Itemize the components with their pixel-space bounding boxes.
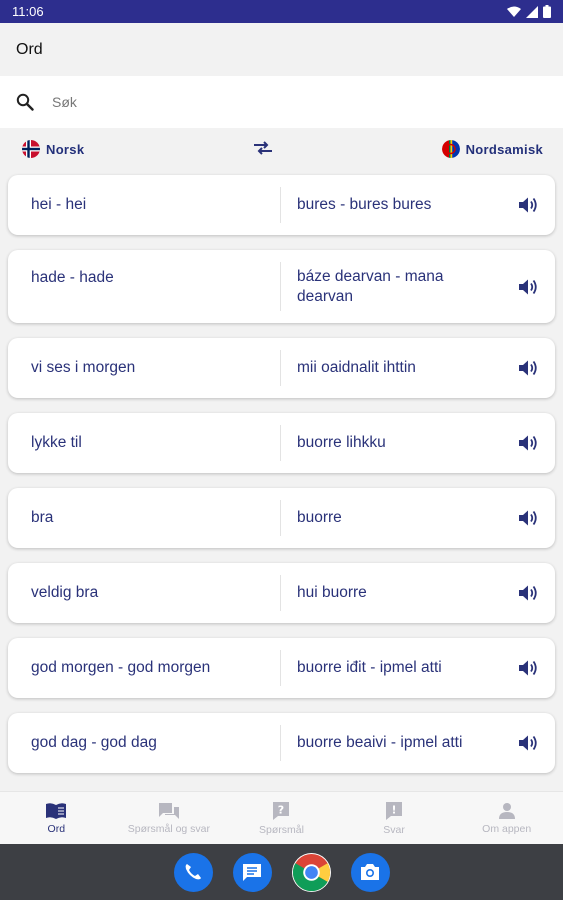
status-time: 11:06 — [12, 4, 44, 19]
phone-app[interactable] — [173, 852, 213, 892]
search-input[interactable] — [52, 94, 512, 110]
norwegian-text: veldig bra — [31, 584, 99, 601]
word-card[interactable]: bra buorre — [8, 488, 555, 548]
sami-flag-icon — [441, 140, 460, 158]
app-bar: Ord — [0, 23, 563, 76]
norwegian-text: hei - hei — [31, 196, 87, 213]
card-divider — [280, 187, 281, 223]
sami-text: hui buorre — [297, 584, 367, 601]
nav-item-sporsmal[interactable]: ? Spørsmål — [225, 792, 338, 844]
source-language[interactable]: Norsk — [22, 140, 84, 158]
card-divider — [280, 650, 281, 686]
message-icon — [243, 864, 261, 881]
norwegian-text: vi ses i morgen — [31, 359, 136, 376]
phone-icon — [185, 864, 201, 880]
word-card[interactable]: hade - hade báze dearvan - mana dearvan — [8, 250, 555, 323]
speaker-icon[interactable] — [517, 357, 539, 379]
speaker-icon[interactable] — [517, 582, 539, 604]
nav-label: Om appen — [482, 822, 532, 835]
norwegian-text: god dag - god dag — [31, 734, 157, 751]
card-divider — [280, 500, 281, 536]
system-dock — [0, 844, 563, 900]
sami-text: buorre iđit - ipmel atti — [297, 659, 442, 676]
norwegian-text: bra — [31, 509, 54, 526]
wifi-icon — [507, 6, 521, 17]
chrome-icon — [292, 853, 330, 891]
chrome-app[interactable] — [291, 852, 331, 892]
svg-text:?: ? — [278, 803, 284, 816]
word-card[interactable]: god morgen - god morgen buorre iđit - ip… — [8, 638, 555, 698]
search-icon — [16, 93, 34, 111]
nav-item-ord[interactable]: Ord — [0, 792, 113, 844]
speaker-icon[interactable] — [517, 657, 539, 679]
word-card[interactable]: vi ses i morgen mii oaidnalit ihttin — [8, 338, 555, 398]
card-divider — [280, 425, 281, 461]
svg-text:!: ! — [392, 803, 397, 816]
sami-text: mii oaidnalit ihttin — [297, 359, 416, 376]
nav-label: Spørsmål og svar — [127, 822, 211, 835]
norwegian-text: hade - hade — [31, 269, 114, 286]
language-selector: Norsk Nordsamisk — [0, 132, 563, 166]
nav-label: Ord — [47, 822, 66, 835]
sami-text: bures - bures bures — [297, 196, 432, 213]
speaker-icon[interactable] — [517, 194, 539, 216]
sami-text: buorre lihkku — [297, 434, 386, 451]
person-icon — [498, 802, 515, 819]
swap-icon — [253, 140, 272, 155]
camera-icon — [361, 864, 379, 880]
nav-label: Spørsmål — [259, 823, 304, 836]
nav-item-om-appen[interactable]: Om appen — [450, 792, 563, 844]
battery-icon — [543, 5, 551, 18]
nav-item-svar[interactable]: ! Svar — [338, 792, 451, 844]
sami-text: buorre — [297, 509, 342, 526]
book-icon — [46, 802, 67, 819]
page-title: Ord — [16, 40, 43, 58]
word-card[interactable]: lykke til buorre lihkku — [8, 413, 555, 473]
card-divider — [280, 575, 281, 611]
word-card[interactable]: god dag - god dag buorre beaivi - ipmel … — [8, 713, 555, 773]
sami-text: báze dearvan - mana dearvan — [297, 267, 444, 305]
swap-languages-button[interactable] — [252, 140, 274, 159]
bottom-navigation: Ord Spørsmål og svar ? Spørsmål ! Svar O… — [0, 791, 563, 844]
card-divider — [280, 725, 281, 761]
word-card[interactable]: hei - hei bures - bures bures — [8, 175, 555, 235]
target-language-label: Nordsamisk — [465, 141, 543, 157]
forum-icon — [158, 802, 179, 819]
speaker-icon[interactable] — [517, 432, 539, 454]
answer-icon: ! — [386, 801, 403, 820]
norwegian-text: god morgen - god morgen — [31, 659, 211, 676]
speaker-icon[interactable] — [517, 507, 539, 529]
question-icon: ? — [273, 801, 290, 820]
status-bar: 11:06 — [0, 0, 563, 23]
nav-item-sporsmal-og-svar[interactable]: Spørsmål og svar — [113, 792, 226, 844]
nav-label: Svar — [383, 823, 405, 836]
search-bar[interactable] — [0, 76, 563, 128]
speaker-icon[interactable] — [517, 732, 539, 754]
norwegian-text: lykke til — [31, 434, 82, 451]
card-divider — [280, 262, 281, 311]
card-divider — [280, 350, 281, 386]
target-language[interactable]: Nordsamisk — [441, 140, 543, 158]
sami-text: buorre beaivi - ipmel atti — [297, 734, 463, 751]
source-language-label: Norsk — [46, 141, 85, 157]
signal-icon — [526, 5, 538, 18]
camera-app[interactable] — [350, 852, 390, 892]
messages-app[interactable] — [232, 852, 272, 892]
word-card[interactable]: veldig bra hui buorre — [8, 563, 555, 623]
norway-flag-icon — [22, 140, 40, 158]
speaker-icon[interactable] — [517, 276, 539, 298]
